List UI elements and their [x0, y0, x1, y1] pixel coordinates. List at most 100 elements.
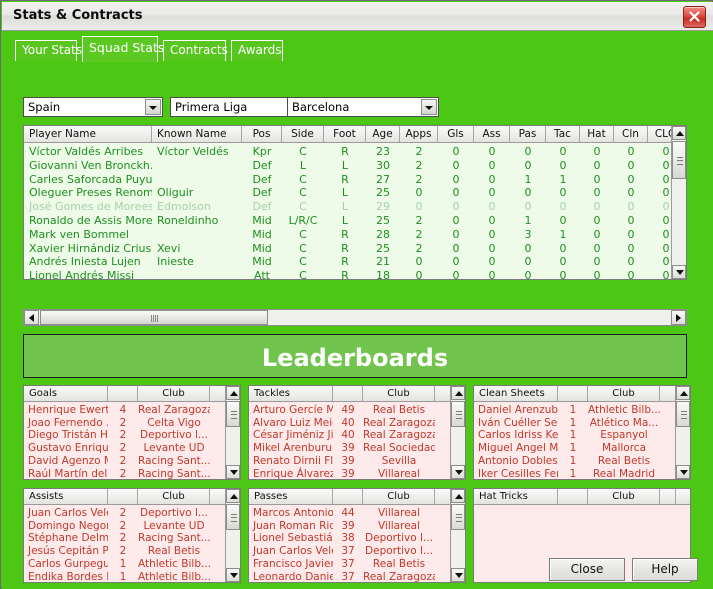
help-button[interactable]: Help	[632, 558, 698, 581]
cell-side: C	[282, 199, 324, 214]
squad-stats-table[interactable]: Player NameKnown NamePosSideFootAgeAppsG…	[23, 125, 687, 280]
leaderboard-club-header[interactable]: Club	[588, 489, 660, 504]
table-row[interactable]: Andrés Iniesta LujenIniesteMidCR21000000…	[24, 254, 686, 269]
scroll-down-icon[interactable]	[226, 465, 240, 479]
leaderboard-club-header[interactable]: Club	[138, 489, 210, 504]
scroll-thumb[interactable]	[226, 401, 240, 427]
scroll-right-icon[interactable]	[671, 310, 686, 325]
column-header-known-name[interactable]: Known Name	[152, 126, 242, 142]
leaderboard-club-header[interactable]: Club	[363, 489, 435, 504]
leaderboard-value-header[interactable]	[333, 386, 363, 401]
leaderboard-title[interactable]: Goals	[24, 386, 108, 401]
column-header-tac[interactable]: Tac	[546, 126, 580, 142]
division-dropdown[interactable]: Primera Liga	[170, 97, 306, 117]
column-header-apps[interactable]: Apps	[400, 126, 438, 142]
leaderboard-panel-assists[interactable]: AssistsClubJuan Carlos Vele...2Deportivo…	[23, 488, 241, 583]
leaderboard-title[interactable]: Hat Tricks	[474, 489, 558, 504]
scroll-thumb[interactable]	[226, 504, 240, 530]
tab-your-stats[interactable]: Your Stats	[15, 40, 77, 61]
list-item[interactable]: Enrique Álvarez ...39Villareal	[249, 467, 465, 481]
scroll-down-icon[interactable]	[676, 465, 690, 479]
leaderboard-club-header[interactable]: Club	[138, 386, 210, 401]
leaderboard-panel-clean-sheets[interactable]: Clean SheetsClubDaniel Arenzubié...1Athl…	[473, 385, 691, 480]
column-header-hat[interactable]: Hat	[580, 126, 614, 142]
leaderboard-panel-tackles[interactable]: TacklesClubArturo Gercíe M...49Real Beti…	[248, 385, 466, 480]
grid-vertical-scrollbar[interactable]	[671, 126, 686, 279]
scroll-thumb[interactable]	[672, 141, 686, 179]
scroll-up-icon[interactable]	[451, 386, 465, 400]
leaderboard-scrollbar[interactable]	[450, 489, 465, 582]
scroll-down-icon[interactable]	[672, 265, 686, 279]
column-header-age[interactable]: Age	[366, 126, 400, 142]
table-row[interactable]: José Gomes de MoreesEdmolsonDefCL2900000…	[24, 199, 686, 214]
club-value: Barcelona	[292, 100, 349, 114]
leaderboard-panel-goals[interactable]: GoalsClubHenrique Ewert...4Real Zaragoza…	[23, 385, 241, 480]
table-row[interactable]: Carles Saforcada PuyulDefCR27200110000	[24, 172, 686, 187]
leaderboard-scrollbar[interactable]	[225, 386, 240, 479]
table-row[interactable]: Giovanni Ven Bronckh...DefLL30200000000	[24, 158, 686, 173]
column-header-side[interactable]: Side	[282, 126, 324, 142]
leaderboard-title[interactable]: Passes	[249, 489, 333, 504]
scroll-up-icon[interactable]	[672, 126, 686, 140]
club-dropdown[interactable]: Barcelona	[287, 97, 439, 117]
list-item[interactable]: Raúl Martín del ...2Racing Sant...	[24, 467, 240, 481]
cell-pos: Def	[242, 199, 282, 214]
tab-squad-stats[interactable]: Squad Stats	[82, 36, 158, 62]
leaderboard-value-header[interactable]	[558, 489, 588, 504]
cell-known-name	[152, 227, 242, 242]
leaderboard-value-header[interactable]	[108, 489, 138, 504]
scroll-thumb[interactable]	[676, 401, 690, 427]
scroll-up-icon[interactable]	[226, 489, 240, 503]
leaderboard-value-header[interactable]	[108, 386, 138, 401]
tab-awards[interactable]: Awards	[231, 40, 283, 61]
cell-player-name: Lionel Andrés Missi	[24, 268, 152, 280]
hscroll-thumb[interactable]	[40, 310, 268, 325]
column-header-pos[interactable]: Pos	[242, 126, 282, 142]
cell-side: L/R/C	[282, 213, 324, 228]
list-item[interactable]: Leonardo Daniel...37Real Zaragoza	[249, 570, 465, 584]
table-row[interactable]: Oleguer Preses RenomOliguirDefCL25000000…	[24, 185, 686, 200]
close-button[interactable]: Close	[549, 558, 625, 581]
column-header-ass[interactable]: Ass	[474, 126, 510, 142]
leaderboard-title[interactable]: Tackles	[249, 386, 333, 401]
scroll-up-icon[interactable]	[676, 386, 690, 400]
nation-dropdown[interactable]: Spain	[23, 97, 163, 117]
table-row[interactable]: Lionel Andrés MissiAttCR18000000000	[24, 268, 686, 280]
leaderboard-panel-passes[interactable]: PassesClubMarcos Antonio ...44VillarealJ…	[248, 488, 466, 583]
table-row[interactable]: Víctor Valdés ArribesVíctor VeldésKprCR2…	[24, 144, 686, 159]
close-icon[interactable]	[683, 6, 706, 28]
scroll-thumb[interactable]	[451, 504, 465, 530]
table-row[interactable]: Ronaldo de Assis MoreireRoneldinhoMidL/R…	[24, 213, 686, 228]
column-header-foot[interactable]: Foot	[324, 126, 366, 142]
list-item[interactable]: Iker Cesilles Fer...1Real Madrid	[474, 467, 690, 481]
column-header-cln[interactable]: Cln	[614, 126, 648, 142]
leaderboard-value-header[interactable]	[558, 386, 588, 401]
chevron-down-icon[interactable]	[421, 99, 437, 115]
chevron-down-icon[interactable]	[145, 99, 161, 115]
scroll-down-icon[interactable]	[451, 568, 465, 582]
leaderboard-club: Villareal	[363, 467, 435, 481]
table-row[interactable]: Mark ven BommelMidCR28200310000	[24, 227, 686, 242]
table-row[interactable]: Xavier Hirnándiz CriusXeviMidCR252000000…	[24, 241, 686, 256]
grid-horizontal-scrollbar[interactable]	[23, 309, 687, 326]
leaderboard-scrollbar[interactable]	[450, 386, 465, 479]
column-header-pas[interactable]: Pas	[510, 126, 546, 142]
leaderboard-club-header[interactable]: Club	[588, 386, 660, 401]
scroll-left-icon[interactable]	[24, 310, 39, 325]
scroll-down-icon[interactable]	[226, 568, 240, 582]
scroll-down-icon[interactable]	[451, 465, 465, 479]
scroll-thumb[interactable]	[451, 401, 465, 427]
leaderboard-title[interactable]: Clean Sheets	[474, 386, 558, 401]
leaderboard-scrollbar[interactable]	[675, 386, 690, 479]
scroll-up-icon[interactable]	[226, 386, 240, 400]
leaderboard-scrollbar[interactable]	[225, 489, 240, 582]
scroll-up-icon[interactable]	[451, 489, 465, 503]
list-item[interactable]: Endika Bordes L...1Athletic Bilb...	[24, 570, 240, 584]
leaderboard-club-header[interactable]: Club	[363, 386, 435, 401]
column-header-player-name[interactable]: Player Name	[24, 126, 152, 142]
tab-contracts[interactable]: Contracts	[163, 40, 226, 61]
leaderboard-value-header[interactable]	[333, 489, 363, 504]
leaderboard-title[interactable]: Assists	[24, 489, 108, 504]
leaderboard-header-row: Assists Club	[24, 489, 240, 505]
column-header-gls[interactable]: Gls	[438, 126, 474, 142]
